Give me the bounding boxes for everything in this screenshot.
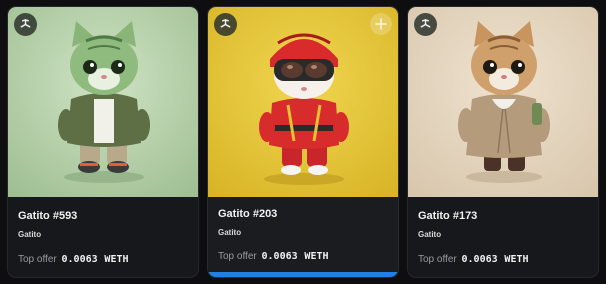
gnosis-chain-icon bbox=[414, 13, 437, 36]
top-offer-unit: WETH bbox=[104, 254, 129, 265]
top-offer-value: 0.0063 bbox=[261, 251, 298, 262]
top-offer: Top offer 0.0063 WETH bbox=[418, 254, 529, 265]
gnosis-chain-icon bbox=[14, 13, 37, 36]
nft-card-grid: Gatito #593 Gatito Top offer 0.0063 WETH bbox=[0, 0, 606, 284]
card-info: Gatito #173 Gatito Top offer 0.0063 WETH bbox=[418, 197, 588, 277]
top-offer: Top offer 0.0063 WETH bbox=[18, 254, 129, 265]
top-offer-value: 0.0063 bbox=[61, 254, 98, 265]
nft-card-gatito-203[interactable]: Gatito #203 Gatito Top offer 0.0063 WETH bbox=[207, 6, 399, 278]
nft-image[interactable] bbox=[408, 7, 598, 197]
add-to-cart-button[interactable] bbox=[370, 13, 392, 35]
card-info: Gatito #593 Gatito Top offer 0.0063 WETH bbox=[18, 197, 188, 277]
nft-title[interactable]: Gatito #593 bbox=[18, 210, 77, 222]
collection-name[interactable]: Gatito bbox=[18, 230, 41, 239]
top-offer-unit: WETH bbox=[504, 254, 529, 265]
nft-card-gatito-593[interactable]: Gatito #593 Gatito Top offer 0.0063 WETH bbox=[7, 6, 199, 278]
top-offer-unit: WETH bbox=[304, 251, 329, 262]
top-offer: Top offer 0.0063 WETH bbox=[218, 251, 329, 262]
top-offer-label: Top offer bbox=[418, 254, 457, 265]
nft-image[interactable] bbox=[8, 7, 198, 197]
nft-image[interactable] bbox=[208, 7, 398, 197]
nft-title[interactable]: Gatito #203 bbox=[218, 208, 277, 220]
collection-name[interactable]: Gatito bbox=[218, 228, 241, 237]
top-offer-label: Top offer bbox=[18, 254, 57, 265]
card-info: Gatito #203 Gatito Top offer 0.0063 WETH bbox=[218, 197, 388, 277]
gnosis-chain-icon bbox=[214, 13, 237, 36]
plus-icon bbox=[375, 18, 387, 30]
collection-name[interactable]: Gatito bbox=[418, 230, 441, 239]
top-offer-value: 0.0063 bbox=[461, 254, 498, 265]
hover-indicator bbox=[208, 272, 398, 277]
nft-card-gatito-173[interactable]: Gatito #173 Gatito Top offer 0.0063 WETH bbox=[407, 6, 599, 278]
nft-title[interactable]: Gatito #173 bbox=[418, 210, 477, 222]
top-offer-label: Top offer bbox=[218, 251, 257, 262]
